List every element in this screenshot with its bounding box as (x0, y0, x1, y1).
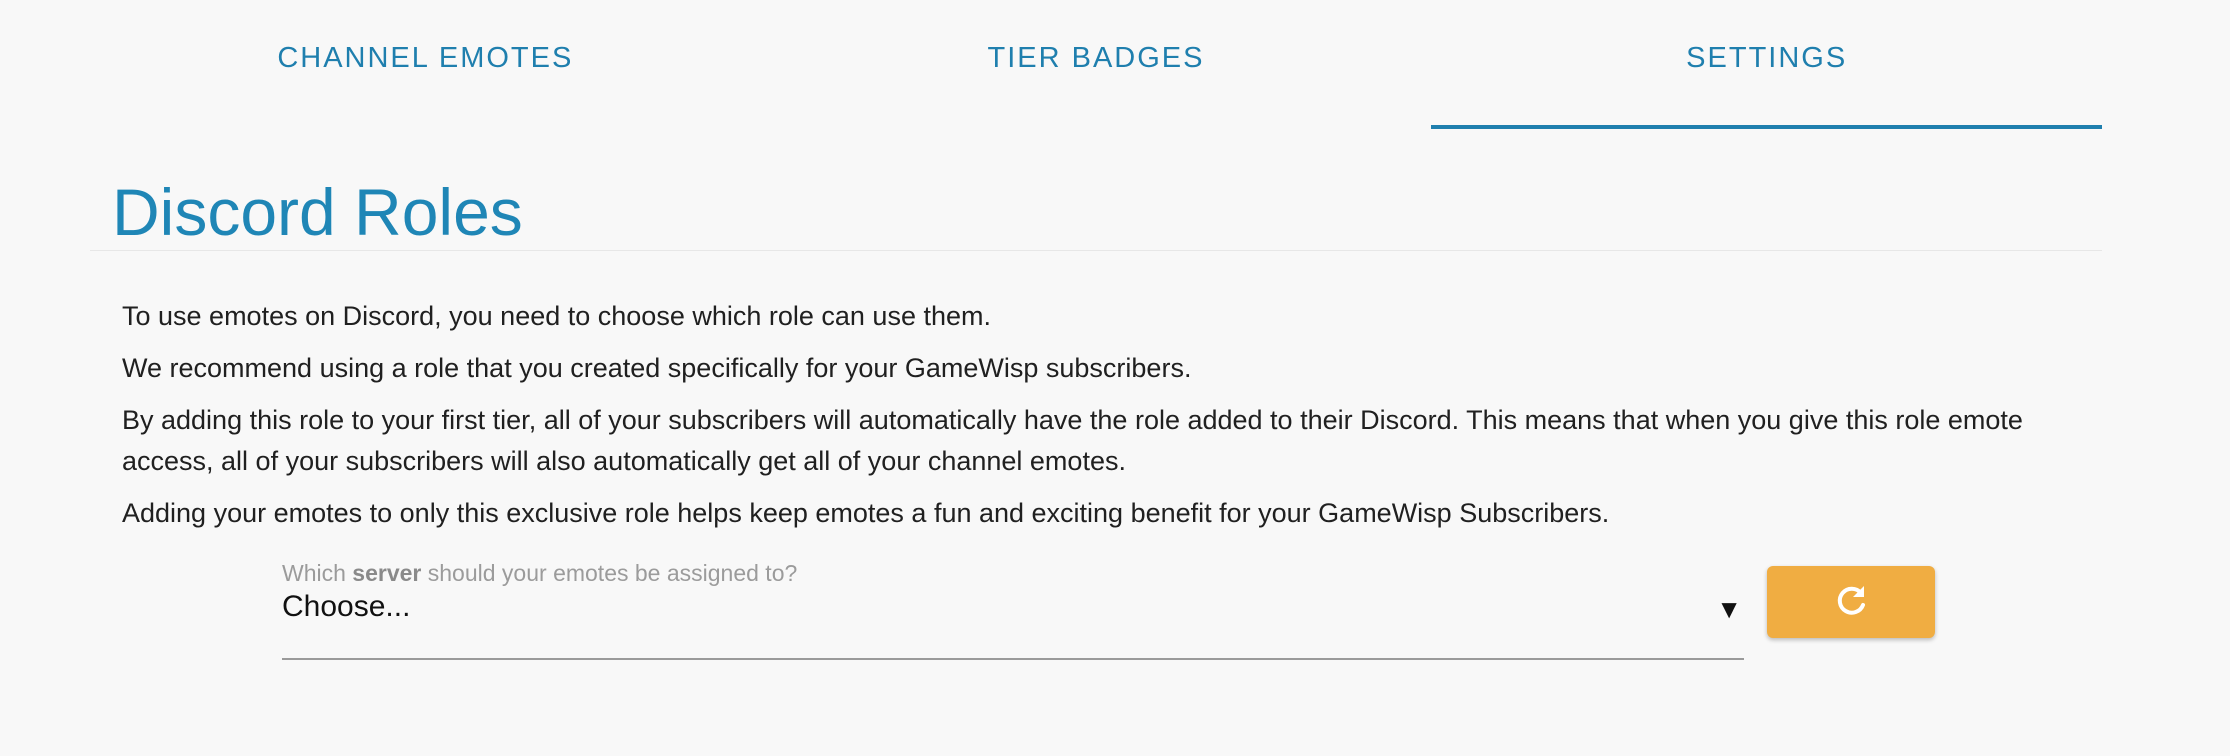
tab-bar: CHANNEL EMOTES TIER BADGES SETTINGS (90, 0, 2102, 129)
server-select-value: Choose... (282, 590, 411, 623)
server-select-label: Which server should your emotes be assig… (282, 560, 797, 587)
refresh-icon (1831, 581, 1871, 624)
server-select-label-suffix: should your emotes be assigned to? (427, 560, 798, 586)
tab-channel-emotes-label: CHANNEL EMOTES (277, 42, 574, 74)
dropdown-arrow-icon: ▼ (1716, 594, 1742, 624)
server-select-label-prefix: Which (282, 560, 346, 586)
tab-settings-label: SETTINGS (1686, 42, 1848, 74)
server-form-row: Which server should your emotes be assig… (282, 560, 1935, 660)
page-title: Discord Roles (112, 175, 523, 249)
tab-settings[interactable]: SETTINGS (1431, 0, 2102, 129)
server-select-label-bold: server (352, 560, 422, 586)
tab-channel-emotes[interactable]: CHANNEL EMOTES (90, 0, 761, 129)
description-paragraph: Adding your emotes to only this exclusiv… (122, 498, 1610, 528)
description-paragraph: We recommend using a role that you creat… (122, 353, 1192, 383)
title-divider (90, 250, 2102, 251)
tab-tier-badges[interactable]: TIER BADGES (761, 0, 1432, 129)
tab-tier-badges-label: TIER BADGES (987, 42, 1205, 74)
description-paragraph: By adding this role to your first tier, … (122, 405, 2023, 476)
description-paragraph: To use emotes on Discord, you need to ch… (122, 301, 991, 331)
refresh-button[interactable] (1767, 566, 1935, 638)
server-select[interactable]: Which server should your emotes be assig… (282, 560, 1744, 660)
description: To use emotes on Discord, you need to ch… (122, 296, 2082, 545)
